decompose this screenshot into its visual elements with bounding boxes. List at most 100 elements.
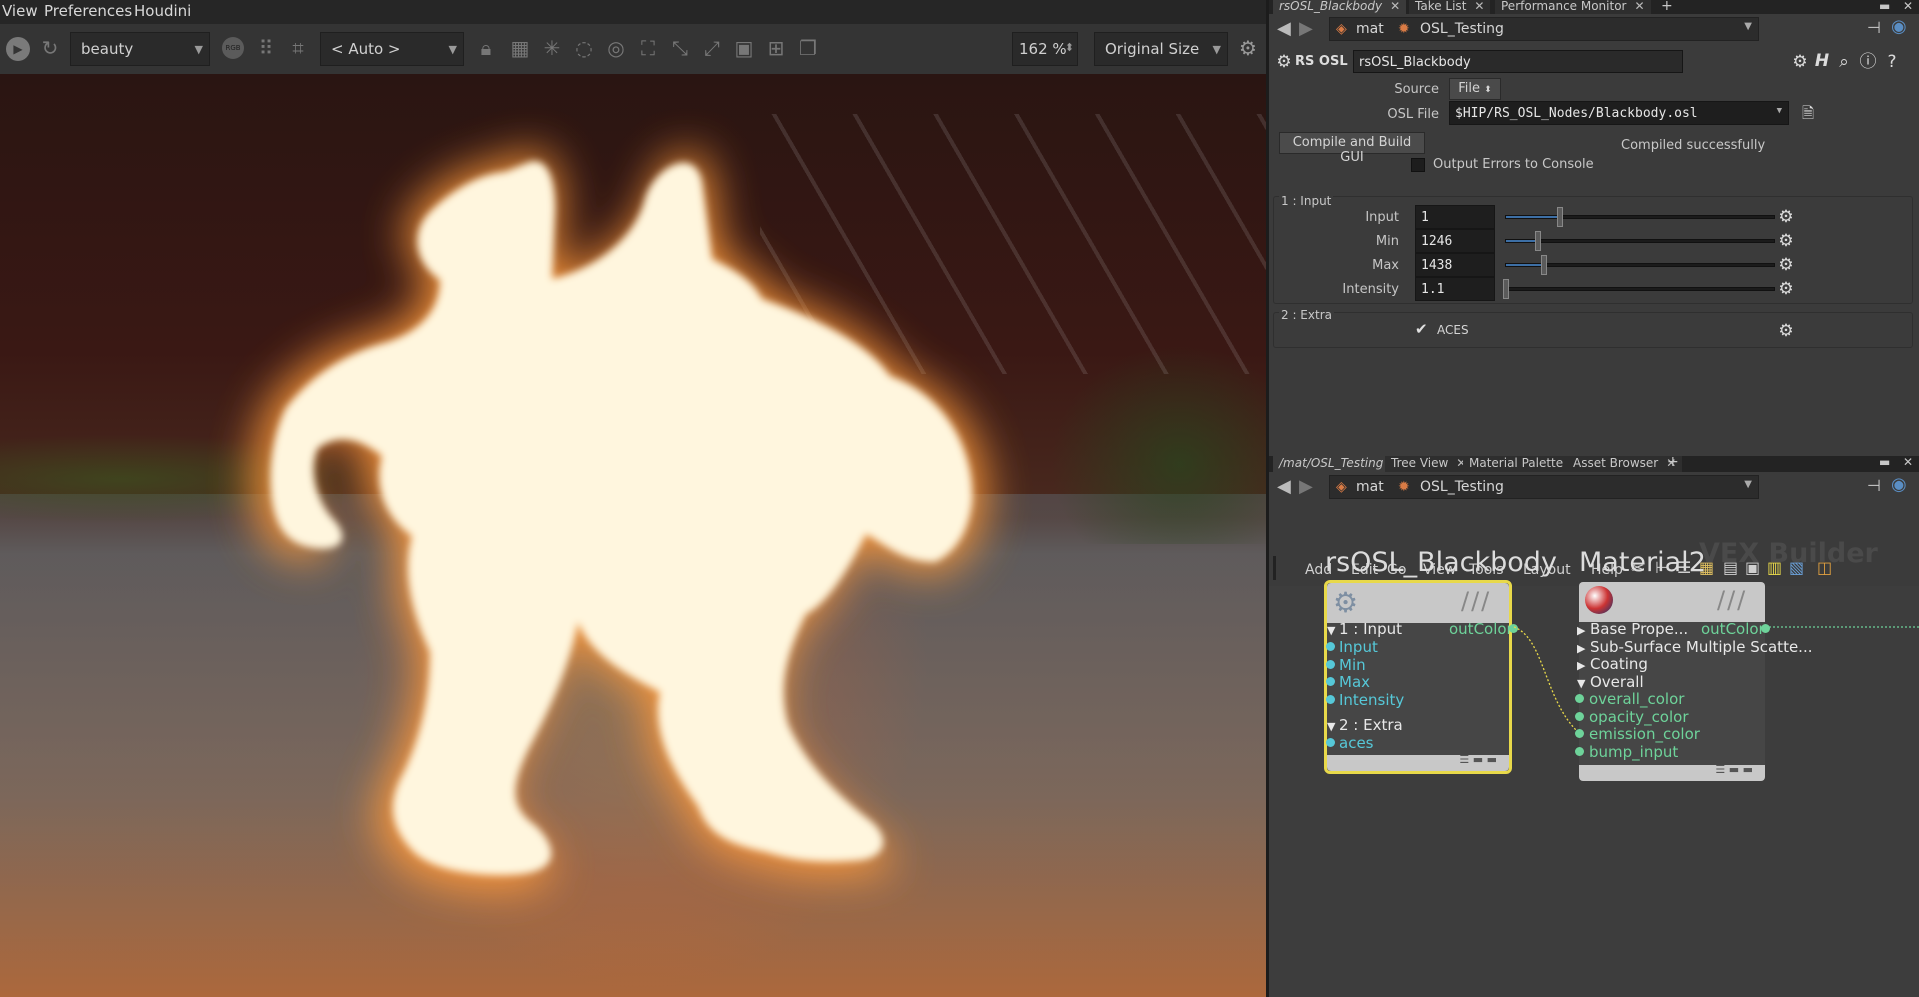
compile-build-gui-button[interactable]: Compile and Build GUI: [1279, 132, 1425, 165]
node-name-field[interactable]: rsOSL_Blackbody: [1353, 50, 1683, 73]
param-slider[interactable]: [1505, 207, 1775, 227]
forward-arrow-icon[interactable]: ▶: [1299, 476, 1313, 497]
network-breadcrumb[interactable]: ◈ mat ✹ OSL_Testing ▼: [1329, 475, 1759, 499]
add-tab-icon[interactable]: +: [1655, 0, 1679, 14]
gear-icon[interactable]: ⚙: [1777, 256, 1795, 274]
chevron-down-icon: ▼: [1744, 479, 1752, 490]
render-image: [0, 74, 1266, 997]
refresh-icon[interactable]: ↻: [38, 36, 62, 60]
material-context-icon: ◈: [1336, 479, 1347, 495]
source-dropdown[interactable]: File ⬍: [1449, 78, 1501, 100]
tab-label: Performance Monitor: [1501, 0, 1627, 13]
close-icon[interactable]: ✕: [1634, 0, 1644, 13]
param-slider[interactable]: [1505, 231, 1775, 251]
gear-icon[interactable]: ⚙: [1777, 232, 1795, 250]
connection-wire[interactable]: [1513, 626, 1578, 732]
link-icon[interactable]: ◉: [1891, 16, 1907, 37]
checker-icon[interactable]: ⠿: [254, 36, 278, 60]
close-icon[interactable]: ✕: [1390, 0, 1400, 13]
forward-arrow-icon[interactable]: ▶: [1299, 18, 1313, 39]
param-field[interactable]: 1.1: [1415, 277, 1495, 301]
menu-view[interactable]: View: [2, 2, 38, 20]
back-arrow-icon[interactable]: ◀: [1277, 476, 1291, 497]
slider-fill: [1506, 216, 1560, 218]
pane-menu-icon[interactable]: ▬: [1873, 456, 1896, 470]
region-icon[interactable]: ◌: [572, 36, 596, 60]
tab-take-list[interactable]: Take List ✕: [1409, 0, 1491, 14]
tab-label: Tree View: [1391, 456, 1449, 470]
param-slider[interactable]: [1503, 279, 1775, 299]
path-breadcrumb[interactable]: ◈ mat ✹ OSL_Testing ▼: [1329, 17, 1759, 41]
lock-icon[interactable]: 🔒︎: [474, 36, 498, 60]
param-field[interactable]: 1246: [1415, 229, 1495, 253]
gear-icon[interactable]: ⚙: [1777, 208, 1795, 226]
no-fit-icon[interactable]: ⤢: [700, 36, 724, 60]
file-browse-icon[interactable]: 🗎︎: [1799, 104, 1817, 122]
search-icon[interactable]: ⌕: [1835, 53, 1853, 71]
zoom-field[interactable]: 162 % ⬍: [1012, 32, 1078, 66]
menu-preferences[interactable]: Preferences: [44, 2, 132, 20]
tab-rsosl-blackbody[interactable]: rsOSL_Blackbody ✕: [1273, 0, 1407, 14]
info-icon[interactable]: ⓘ: [1859, 53, 1877, 71]
tab-tree-view[interactable]: Tree View ✕: [1385, 456, 1473, 472]
freeze-icon[interactable]: ✳: [540, 36, 564, 60]
aces-checkbox[interactable]: ✔: [1415, 320, 1428, 338]
tab-performance-monitor[interactable]: Performance Monitor ✕: [1495, 0, 1651, 14]
gear-icon[interactable]: ⚙: [1777, 322, 1795, 340]
stepper-icon: ⬍: [1064, 41, 1074, 54]
source-label: Source: [1394, 82, 1439, 97]
menu-houdini[interactable]: Houdini: [134, 2, 191, 20]
rgb-channel-icon[interactable]: RGB: [222, 37, 244, 59]
param-field[interactable]: 1438: [1415, 253, 1495, 277]
source-value: File: [1458, 81, 1481, 96]
slider-fill: [1506, 240, 1539, 242]
size-mode-dropdown[interactable]: Original Size ▼: [1094, 32, 1228, 66]
focus-icon[interactable]: ◎: [604, 36, 628, 60]
output-errors-checkbox[interactable]: [1411, 158, 1425, 172]
gear-icon[interactable]: ⚙: [1777, 280, 1795, 298]
gear-icon[interactable]: ⚙: [1791, 53, 1809, 71]
tab-label: Material Palette: [1469, 456, 1564, 470]
add-snapshot-icon[interactable]: ⊞: [764, 36, 788, 60]
slider-knob[interactable]: [1540, 255, 1547, 275]
crop-icon[interactable]: ⌗: [286, 36, 310, 60]
param-slider[interactable]: [1505, 255, 1775, 275]
back-arrow-icon[interactable]: ◀: [1277, 18, 1291, 39]
frame-icon[interactable]: ⛶: [636, 36, 660, 60]
chevron-down-icon: ▼: [1776, 106, 1782, 116]
snapshot-icon[interactable]: ▣: [732, 36, 756, 60]
add-tab-icon[interactable]: +: [1661, 455, 1685, 470]
close-icon[interactable]: ✕: [1474, 0, 1484, 13]
osl-file-field[interactable]: $HIP/RS_OSL_Nodes/Blackbody.osl ▼: [1449, 101, 1789, 125]
path-context: mat: [1356, 21, 1384, 37]
vop-network-icon: ✹: [1398, 21, 1410, 37]
camera-dropdown[interactable]: < Auto > ▼: [320, 32, 464, 66]
help-icon[interactable]: ?: [1883, 53, 1901, 71]
fit-icon[interactable]: ⤡: [668, 36, 692, 60]
network-editor[interactable]: Add Edit Go View Tools Layout Help ✂ ⊢ ☰…: [1269, 528, 1919, 997]
play-render-icon[interactable]: ▶: [6, 37, 30, 61]
size-mode-value: Original Size: [1105, 40, 1200, 58]
aov-dropdown[interactable]: beauty ▼: [70, 32, 210, 66]
tab-label: Asset Browser: [1573, 456, 1659, 470]
gear-icon[interactable]: ⚙: [1236, 36, 1260, 60]
grid-icon[interactable]: ▦: [508, 36, 532, 60]
slider-knob[interactable]: [1503, 279, 1509, 299]
pin-icon[interactable]: ⊣: [1867, 476, 1881, 495]
node-type-label: RS OSL: [1295, 54, 1348, 69]
close-icon[interactable]: ✕: [1897, 0, 1919, 14]
pane-menu-icon[interactable]: ▬: [1873, 0, 1896, 14]
right-pane: rsOSL_Blackbody ✕ Take List ✕ Performance …: [1266, 0, 1919, 997]
path-node: OSL_Testing: [1420, 479, 1504, 495]
link-icon[interactable]: ◉: [1891, 474, 1907, 495]
path-context: mat: [1356, 479, 1384, 495]
slider-knob[interactable]: [1535, 231, 1542, 251]
copy-icon[interactable]: ❐: [796, 36, 820, 60]
param-field[interactable]: 1: [1415, 205, 1495, 229]
close-icon[interactable]: ✕: [1897, 456, 1919, 470]
group-extra-title: 2 : Extra: [1279, 308, 1334, 322]
tab-label: rsOSL_Blackbody: [1279, 0, 1383, 13]
slider-knob[interactable]: [1556, 207, 1563, 227]
help-h-icon[interactable]: H: [1813, 52, 1831, 70]
pin-icon[interactable]: ⊣: [1867, 18, 1881, 37]
